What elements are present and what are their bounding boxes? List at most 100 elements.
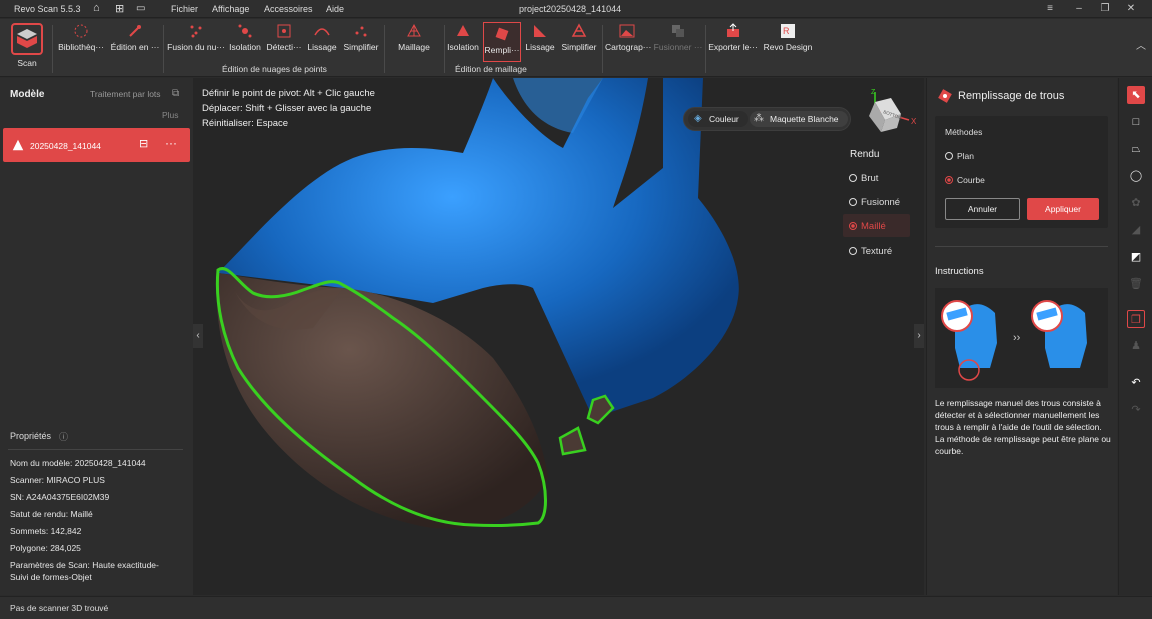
- minimize-icon[interactable]: –: [1072, 3, 1086, 15]
- folder-icon[interactable]: ▭: [136, 3, 145, 14]
- pointer-select-icon[interactable]: ⬉: [1127, 86, 1145, 104]
- isolation-points-button[interactable]: Isolation: [228, 23, 262, 61]
- slope-icon[interactable]: ◢: [1127, 221, 1145, 239]
- menu-aide[interactable]: Aide: [326, 4, 344, 14]
- library-icon: [74, 24, 88, 38]
- 3d-viewport[interactable]: Définir le point de pivot: Alt + Clic ga…: [193, 78, 924, 595]
- app-title: Revo Scan 5.5.3: [14, 4, 81, 14]
- merge-button[interactable]: Fusionner ···: [653, 23, 703, 61]
- smooth-icon: [314, 28, 330, 36]
- prop-name: Nom du modèle: 20250428_141044: [10, 458, 146, 468]
- more-link[interactable]: Plus: [162, 110, 179, 120]
- pin-icon[interactable]: ♟: [1127, 337, 1145, 355]
- smooth-mesh-icon: [534, 25, 546, 37]
- apply-button[interactable]: Appliquer: [1027, 198, 1099, 220]
- menu-fichier[interactable]: Fichier: [171, 4, 198, 14]
- methods-label: Méthodes: [945, 127, 983, 137]
- smooth-points-button[interactable]: Lissage: [306, 23, 338, 61]
- render-raw[interactable]: Brut: [849, 173, 878, 184]
- fusion-button[interactable]: Fusion du nu···: [167, 23, 225, 61]
- texture-map-button[interactable]: Cartograp···: [605, 23, 651, 61]
- undo-icon[interactable]: ↶: [1127, 374, 1145, 392]
- fill-holes-title-icon: [938, 89, 952, 103]
- isolation-icon: [238, 24, 252, 38]
- group-label-mesh: Édition de maillage: [455, 64, 527, 74]
- toolbar: Scan Bibliothèq··· Édition en ··· Fusion…: [0, 19, 1152, 77]
- svg-text:X: X: [911, 117, 917, 126]
- methods-box: Méthodes Plan Courbe Annuler Appliquer: [935, 116, 1108, 228]
- batch-link[interactable]: Traitement par lots: [90, 89, 161, 99]
- right-panel: Remplissage de trous Méthodes Plan Courb…: [926, 78, 1117, 595]
- library-button[interactable]: Bibliothèq···: [58, 23, 104, 61]
- edit-button[interactable]: Édition en ···: [110, 23, 160, 61]
- restore-icon[interactable]: ❐: [1098, 3, 1112, 15]
- method-plan[interactable]: Plan: [945, 151, 974, 161]
- wand-icon: [129, 25, 141, 37]
- isolation-mesh-icon: [457, 25, 469, 36]
- redo-icon[interactable]: ↷: [1127, 401, 1145, 419]
- prop-vertices: Sommets: 142,842: [10, 526, 82, 536]
- polygon-select-icon[interactable]: ⏢: [1127, 140, 1145, 158]
- project-title: project20250428_141044: [519, 4, 622, 14]
- method-curve[interactable]: Courbe: [945, 175, 985, 185]
- lasso-select-icon[interactable]: ◯: [1127, 167, 1145, 185]
- export-button[interactable]: Exporter le···: [708, 23, 758, 61]
- render-mode-toggle: ◈ Couleur ⁂ Maquette Blanche: [683, 107, 851, 131]
- detect-icon: [277, 24, 291, 38]
- revo-design-button[interactable]: R Revo Design: [763, 23, 813, 61]
- detect-button[interactable]: Détecti···: [265, 23, 303, 61]
- color-button[interactable]: ◈ Couleur: [688, 111, 748, 127]
- view-cube[interactable]: BOTTOM Z X: [853, 88, 919, 140]
- brush-icon[interactable]: ✿: [1127, 194, 1145, 212]
- svg-text:Z: Z: [871, 89, 876, 96]
- home-icon[interactable]: ⌂: [93, 2, 100, 14]
- smooth-mesh-button[interactable]: Lissage: [524, 23, 556, 61]
- invert-icon[interactable]: ◩: [1127, 248, 1145, 266]
- render-fused[interactable]: Fusionné: [849, 197, 900, 208]
- delete-icon[interactable]: 🗑: [1127, 275, 1145, 293]
- mesh-model[interactable]: [193, 78, 924, 595]
- model-item[interactable]: 20250428_141044 ⊟ ···: [3, 128, 190, 162]
- menu-affichage[interactable]: Affichage: [212, 4, 249, 14]
- prop-polygons: Polygone: 284,025: [10, 543, 81, 553]
- cancel-button[interactable]: Annuler: [945, 198, 1020, 220]
- points-icon: [190, 25, 202, 38]
- more-options-icon[interactable]: ···: [165, 136, 177, 150]
- render-textured[interactable]: Texturé: [849, 246, 892, 257]
- svg-text:››: ››: [1013, 332, 1021, 344]
- instructions-text: Le remplissage manuel des trous consiste…: [935, 398, 1111, 456]
- rect-select-icon[interactable]: □: [1127, 113, 1145, 131]
- mesh-button[interactable]: Maillage: [394, 23, 434, 61]
- prop-scanner: Scanner: MIRACO PLUS: [10, 475, 105, 485]
- new-project-icon[interactable]: ⊞: [115, 2, 124, 15]
- white-model-button[interactable]: ⁂ Maquette Blanche: [750, 111, 848, 127]
- fill-holes-icon: [495, 27, 509, 41]
- white-model-icon: ⁂: [754, 113, 764, 124]
- film-icon[interactable]: ⊟: [139, 137, 148, 150]
- hint-move: Déplacer: Shift + Glisser avec la gauche: [202, 103, 372, 114]
- fill-holes-button[interactable]: Rempli···: [483, 22, 521, 62]
- isolation-mesh-button[interactable]: Isolation: [446, 23, 480, 61]
- status-text: Pas de scanner 3D trouvé: [10, 603, 109, 613]
- render-meshed[interactable]: Maillé: [843, 214, 910, 237]
- simplify-mesh-button[interactable]: Simplifier: [559, 23, 599, 61]
- simplify-points-button[interactable]: Simplifier: [341, 23, 381, 61]
- batch-icon[interactable]: ⧉: [172, 88, 179, 99]
- scan-label: Scan: [17, 58, 37, 68]
- expand-right-icon[interactable]: ›: [914, 324, 924, 348]
- image-icon: [619, 24, 635, 38]
- left-panel: Modèle Traitement par lots ⧉ Plus 202504…: [0, 78, 193, 595]
- scan-button[interactable]: Scan: [8, 23, 46, 68]
- info-icon[interactable]: ⓘ: [59, 430, 68, 443]
- panel-title: Remplissage de trous: [958, 90, 1065, 102]
- merge-icon: [672, 25, 684, 37]
- settings-icon[interactable]: ≡: [1043, 3, 1057, 15]
- copy-icon[interactable]: ❐: [1127, 310, 1145, 328]
- group-label-points: Édition de nuages de points: [222, 64, 327, 74]
- close-icon[interactable]: ✕: [1124, 3, 1138, 15]
- expand-left-icon[interactable]: ‹: [193, 324, 203, 348]
- menu-accessoires[interactable]: Accessoires: [264, 4, 313, 14]
- collapse-toolbar-icon[interactable]: ︿: [1136, 37, 1146, 52]
- simplify-icon: [355, 26, 367, 37]
- prop-params: Paramètres de Scan: Haute exactitude-: [10, 560, 159, 570]
